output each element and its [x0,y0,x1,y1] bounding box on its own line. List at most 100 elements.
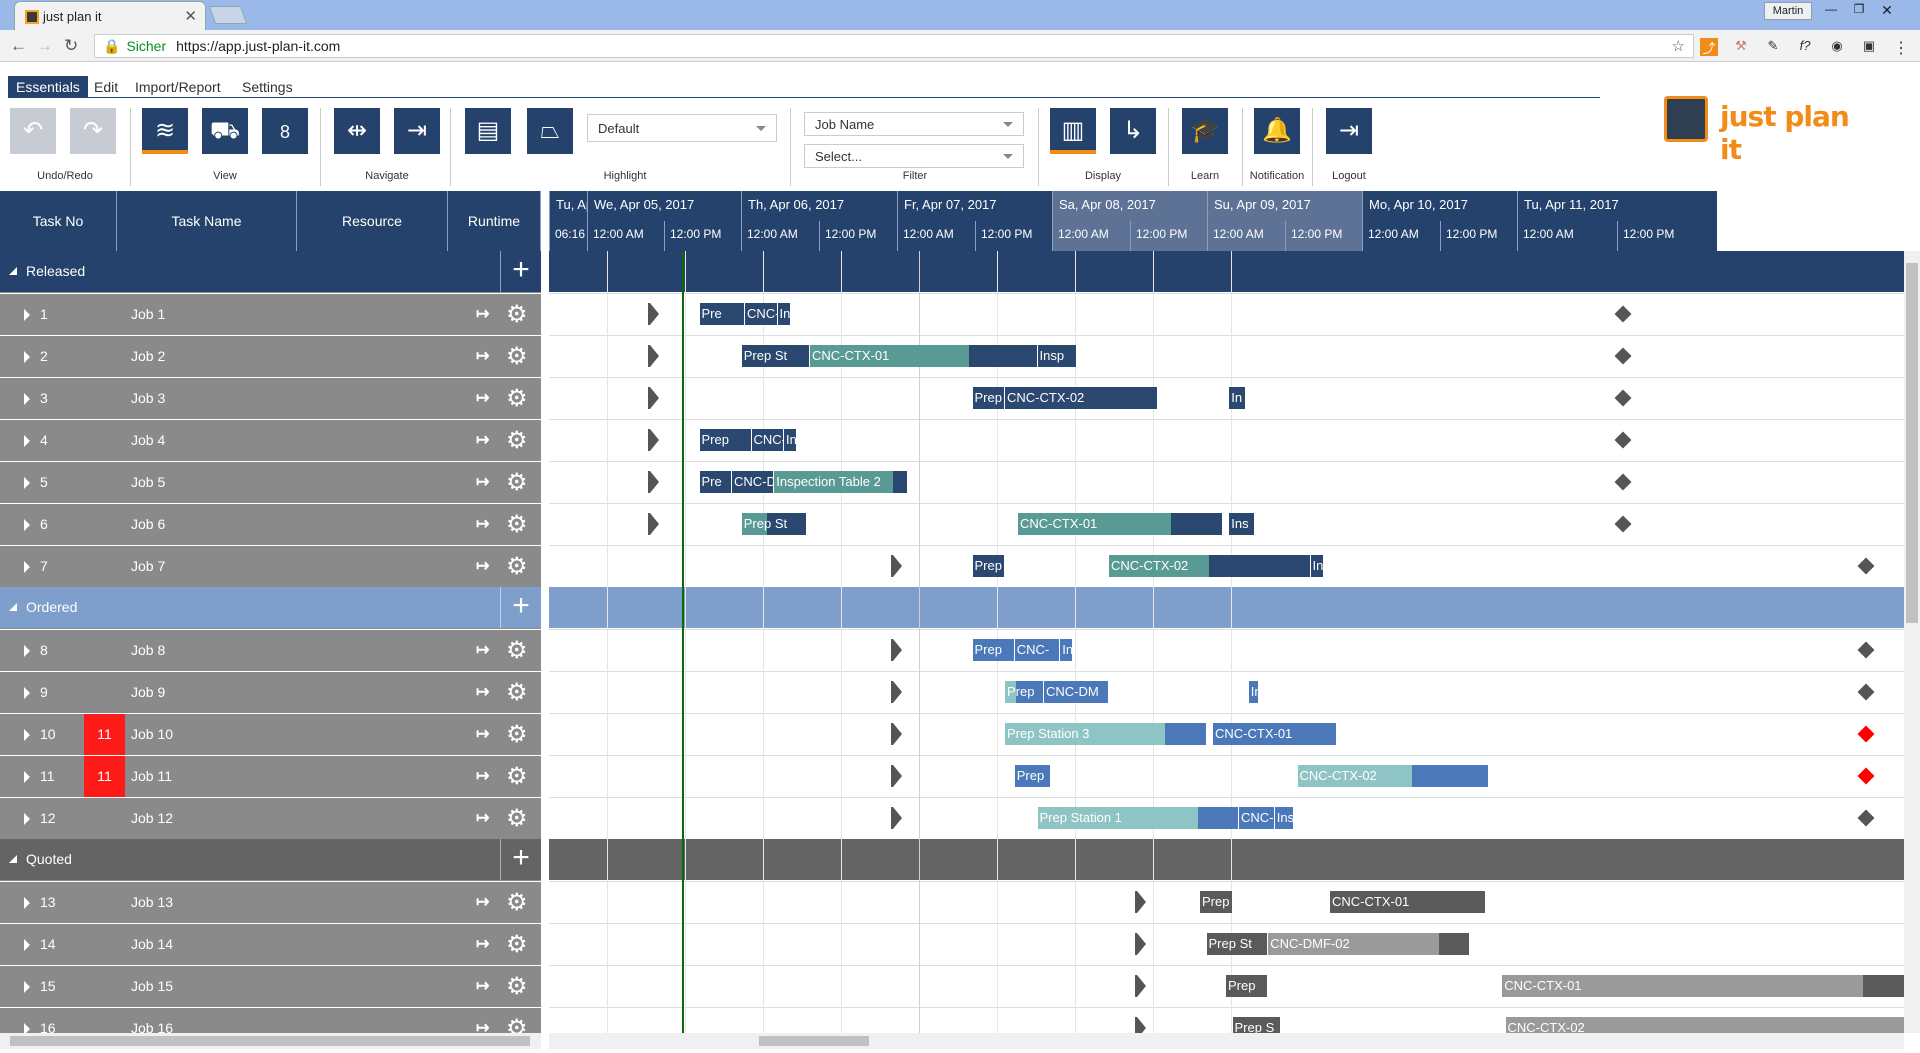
expand-caret-icon[interactable] [24,393,30,405]
expand-caret-icon[interactable] [24,771,30,783]
operation-bar[interactable]: Ins [1060,639,1074,661]
operation-bar[interactable]: Ins [1229,513,1256,535]
undo-button[interactable]: ↶ [10,108,56,154]
learn-button[interactable]: 🎓 [1182,108,1228,154]
menu-settings[interactable]: Settings [234,76,301,98]
push-right-icon[interactable]: ↦ [476,766,489,786]
push-right-icon[interactable]: ↦ [476,430,489,450]
expand-caret-icon[interactable] [24,645,30,657]
group-header[interactable]: Quoted + [0,839,541,880]
extension-hammer-icon[interactable]: ⚒ [1732,38,1750,56]
operation-bar[interactable]: In [1229,387,1246,409]
expand-caret-icon[interactable] [24,351,30,363]
push-right-icon[interactable]: ↦ [476,640,489,660]
operation-bar[interactable]: Prep [1200,891,1233,913]
operation-bar[interactable]: Prep S [1232,1017,1282,1033]
forward-icon[interactable]: → [36,36,53,56]
task-row[interactable]: 7 Job 7 ↦ ⚙ [0,545,541,587]
operation-bar[interactable]: Prep [972,387,1005,409]
perspective-button[interactable]: ⏢ [527,108,573,154]
operation-bar[interactable]: In [1248,681,1259,703]
push-right-icon[interactable]: ↦ [476,934,489,954]
close-tab-icon[interactable]: ✕ [184,7,197,25]
operation-bar[interactable]: CNC-DM [732,471,775,493]
close-window-icon[interactable]: ✕ [1876,2,1898,20]
task-row[interactable]: 4 Job 4 ↦ ⚙ [0,419,541,461]
back-icon[interactable]: ← [10,36,27,56]
operation-bar[interactable]: CNC- [1239,807,1275,829]
view-resource-button[interactable]: ⛟ [202,108,248,154]
browser-tab[interactable]: just plan it ✕ [14,1,206,30]
gear-icon[interactable]: ⚙ [506,636,528,665]
display-dependency-button[interactable]: ↳ [1110,108,1156,154]
extension-eyedropper-icon[interactable]: ✎ [1764,38,1782,56]
task-row[interactable]: 14 Job 14 ↦ ⚙ [0,923,541,965]
operation-bar[interactable]: CNC-CTX-01 [1213,723,1337,745]
operation-bar[interactable]: CNC-DMF-02 [1268,933,1470,955]
operation-bar[interactable]: CNC-CTX-01 [1018,513,1223,535]
report-button[interactable]: ▤ [465,108,511,154]
task-row[interactable]: 2 Job 2 ↦ ⚙ [0,335,541,377]
operation-bar[interactable]: Prep [699,429,752,451]
operation-bar[interactable]: Prep [1005,681,1044,703]
display-gantt-button[interactable]: ▥ [1050,108,1096,154]
expand-caret-icon[interactable] [24,981,30,993]
operation-bar[interactable]: Ins [1274,807,1295,829]
profile-button[interactable]: Martin [1764,2,1812,20]
operation-bar[interactable]: CNC- [1014,639,1061,661]
gear-icon[interactable]: ⚙ [506,720,528,749]
bookmark-star-icon[interactable]: ☆ [1672,37,1685,55]
operation-bar[interactable]: CNC-CTX-01 [1330,891,1486,913]
collapse-triangle-icon[interactable] [9,855,17,863]
operation-bar[interactable]: CNC-CTX-01 [1502,975,1904,997]
operation-bar[interactable]: In [777,303,791,325]
add-task-button[interactable]: + [500,251,541,292]
operation-bar[interactable]: CNC-CTX-01 [810,345,1038,367]
expand-caret-icon[interactable] [24,729,30,741]
minimize-icon[interactable]: — [1820,2,1842,20]
group-header[interactable]: Released + [0,251,541,292]
column-header-runtime[interactable]: Runtime [448,191,541,251]
operation-bar[interactable]: CNC-CTX-02 [1109,555,1311,577]
scrollbar-thumb[interactable] [10,1036,530,1046]
task-row[interactable]: 5 Job 5 ↦ ⚙ [0,461,541,503]
operation-bar[interactable]: Prep Station 1 [1037,807,1239,829]
push-right-icon[interactable]: ↦ [476,472,489,492]
add-task-button[interactable]: + [500,839,541,880]
expand-caret-icon[interactable] [24,435,30,447]
push-right-icon[interactable]: ↦ [476,976,489,996]
push-right-icon[interactable]: ↦ [476,682,489,702]
expand-caret-icon[interactable] [24,813,30,825]
expand-caret-icon[interactable] [24,519,30,531]
task-row[interactable]: 10 11 Job 10 ↦ ⚙ [0,713,541,755]
gear-icon[interactable]: ⚙ [506,300,528,329]
task-row[interactable]: 8 Job 8 ↦ ⚙ [0,629,541,671]
operation-bar[interactable]: Pre [699,303,745,325]
operation-bar[interactable]: Ins [784,429,797,451]
gear-icon[interactable]: ⚙ [506,510,528,539]
operation-bar[interactable]: Prep St [741,513,807,535]
navigate-expand-button[interactable]: ⇹ [334,108,380,154]
expand-caret-icon[interactable] [24,897,30,909]
push-right-icon[interactable]: ↦ [476,346,489,366]
url-input[interactable]: 🔒 Sicher https://app.just-plan-it.com ☆ [94,34,1694,58]
push-right-icon[interactable]: ↦ [476,892,489,912]
scrollbar-thumb[interactable] [759,1036,869,1046]
operation-bar[interactable]: Prep [972,555,1005,577]
menu-essentials[interactable]: Essentials [8,76,88,98]
column-header-task-no[interactable]: Task No [0,191,117,251]
gear-icon[interactable]: ⚙ [506,342,528,371]
new-tab-button[interactable] [208,6,248,24]
filter-value-select[interactable]: Select... [804,144,1024,168]
expand-caret-icon[interactable] [24,561,30,573]
gear-icon[interactable]: ⚙ [506,762,528,791]
task-row[interactable]: 9 Job 9 ↦ ⚙ [0,671,541,713]
operation-bar[interactable]: CNC- [751,429,784,451]
operation-bar[interactable]: CNC-CTX-02 [1297,765,1490,787]
operation-bar[interactable]: CNC-DM [1044,681,1109,703]
gear-icon[interactable]: ⚙ [506,678,528,707]
operation-bar[interactable]: CNC-CTX-02 [1005,387,1158,409]
task-row[interactable]: 12 Job 12 ↦ ⚙ [0,797,541,839]
task-row[interactable]: 6 Job 6 ↦ ⚙ [0,503,541,545]
scrollbar-thumb[interactable] [1906,263,1918,623]
